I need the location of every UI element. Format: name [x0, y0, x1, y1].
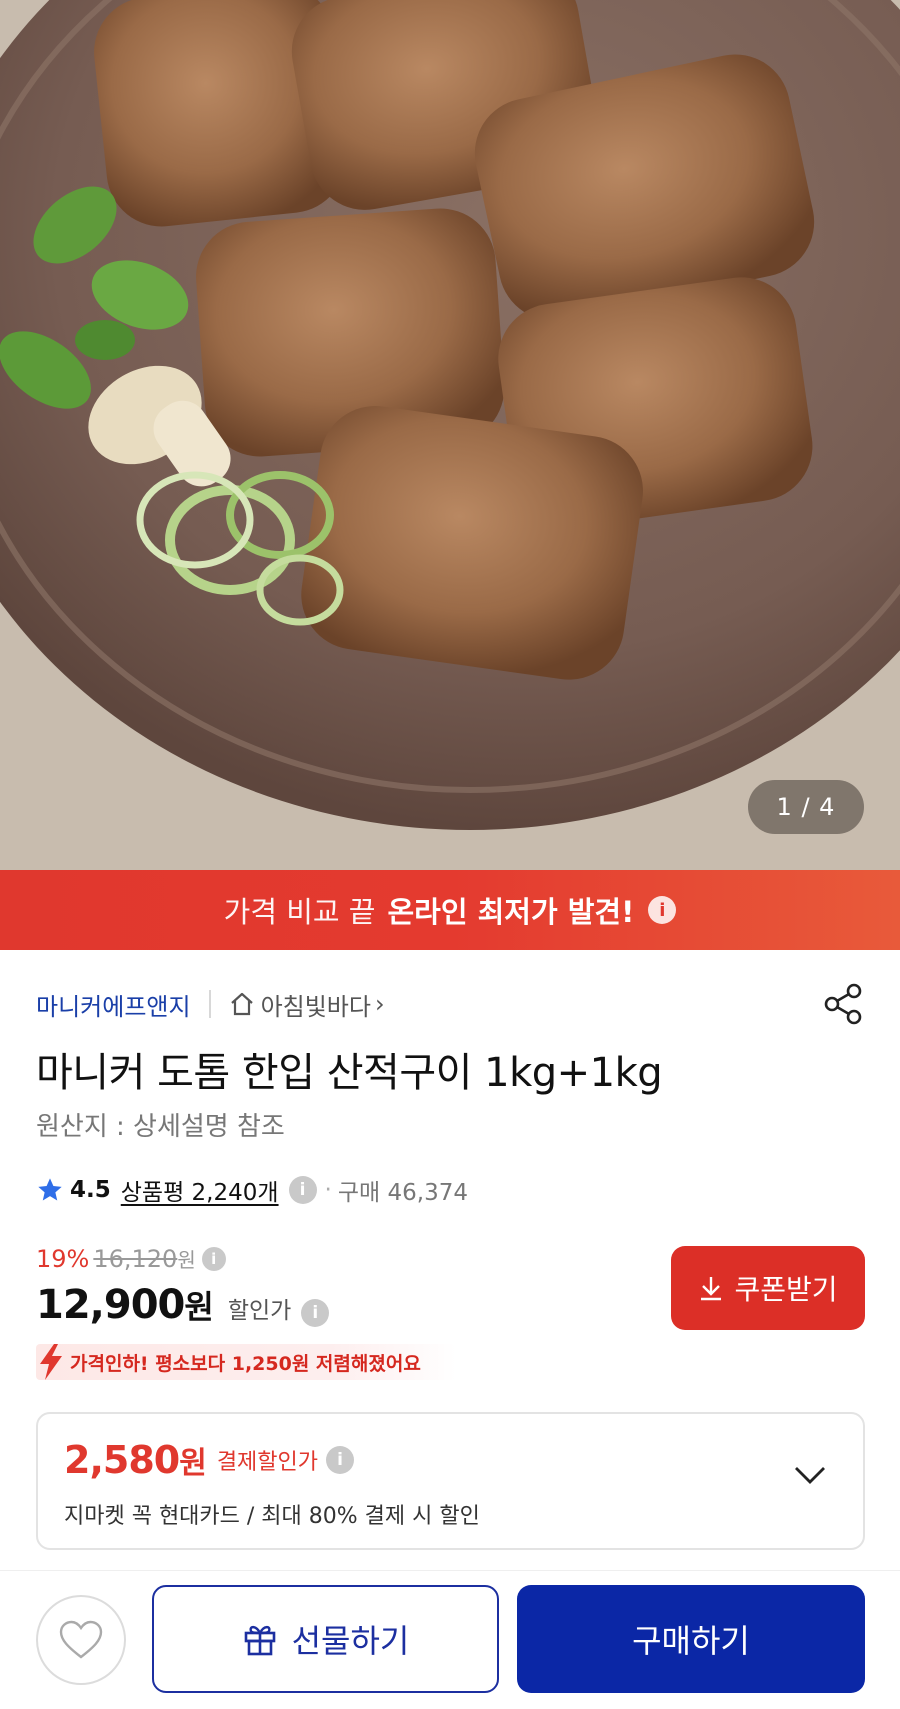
- product-origin: 원산지 : 상세설명 참조: [36, 1112, 285, 1142]
- purchase-count: 구매 46,374: [337, 1180, 468, 1206]
- bottom-action-bar: 선물하기 구매하기: [0, 1570, 900, 1709]
- coupon-download-button[interactable]: 쿠폰받기: [671, 1246, 865, 1330]
- share-icon: [824, 983, 862, 1025]
- gift-button[interactable]: 선물하기: [152, 1585, 499, 1693]
- card-discount-unit: 원: [179, 1446, 207, 1481]
- wishlist-button[interactable]: [36, 1595, 126, 1685]
- product-photo-illustration: [0, 0, 900, 870]
- banner-text: 가격 비교 끝: [223, 895, 376, 929]
- info-icon[interactable]: i: [201, 1246, 226, 1271]
- price-drop-notice: 가격인하! 평소보다 1,250원 저렴해졌어요: [36, 1344, 456, 1380]
- brand-link[interactable]: 마니커에프앤지: [36, 987, 191, 1022]
- card-discount-price-row: 2,580 원 결제할인가 i: [64, 1438, 355, 1482]
- banner-highlight-text: 온라인 최저가 발견!: [387, 895, 635, 929]
- lightning-icon: [40, 1344, 62, 1380]
- seller-row: 마니커에프앤지 아침빛바다 ›: [36, 982, 866, 1026]
- gift-label: 선물하기: [291, 1622, 410, 1660]
- download-icon: [701, 1277, 722, 1301]
- info-icon[interactable]: i: [648, 896, 677, 924]
- divider: [208, 990, 211, 1018]
- sale-price-unit: 원: [184, 1288, 214, 1326]
- info-icon[interactable]: i: [301, 1299, 330, 1327]
- chevron-down-icon[interactable]: [793, 1464, 827, 1486]
- separator-dot: ·: [324, 1177, 332, 1203]
- share-button[interactable]: [822, 982, 866, 1026]
- store-link[interactable]: 아침빛바다 ›: [229, 987, 385, 1022]
- info-icon[interactable]: i: [326, 1446, 355, 1474]
- store-name: 아침빛바다: [260, 992, 371, 1021]
- discount-percent: 19%: [36, 1244, 90, 1273]
- discount-row: 19% 16,120 원 i: [36, 1244, 226, 1273]
- card-discount-price: 2,580: [64, 1438, 180, 1482]
- heart-icon: [59, 1620, 103, 1659]
- buy-label: 구매하기: [632, 1622, 750, 1660]
- product-title: 마니커 도톰 한입 산적구이 1kg+1kg: [36, 1050, 663, 1096]
- sale-price: 12,900: [36, 1282, 185, 1328]
- lowest-price-banner[interactable]: 가격 비교 끝 온라인 최저가 발견! i: [0, 870, 900, 950]
- card-discount-label: 결제할인가: [216, 1450, 319, 1475]
- original-price-unit: 원: [177, 1248, 196, 1272]
- chevron-right-icon: ›: [374, 990, 385, 1018]
- price-drop-text: 가격인하! 평소보다 1,250원 저렴해졌어요: [70, 1352, 421, 1375]
- card-discount-description: 지마켓 꼭 현대카드 / 최대 80% 결제 시 할인: [64, 1504, 480, 1529]
- gift-icon: [244, 1625, 275, 1656]
- card-discount-box[interactable]: 2,580 원 결제할인가 i 지마켓 꼭 현대카드 / 최대 80% 결제 시…: [36, 1412, 865, 1550]
- price-row: 12,900 원 할인가 i: [36, 1282, 330, 1328]
- buy-button[interactable]: 구매하기: [517, 1585, 865, 1693]
- rating-row: 4.5 상품평 2,240개 i · 구매 46,374: [36, 1170, 468, 1210]
- sale-price-label: 할인가: [227, 1298, 292, 1324]
- coupon-label: 쿠폰받기: [734, 1273, 838, 1306]
- review-count-link[interactable]: 상품평 2,240개: [121, 1173, 279, 1207]
- rating-score: 4.5: [70, 1177, 111, 1203]
- image-counter: 1 / 4: [748, 780, 864, 834]
- info-icon[interactable]: i: [288, 1176, 317, 1204]
- star-icon: [38, 1178, 62, 1201]
- home-icon: [230, 992, 253, 1016]
- product-image[interactable]: 1 / 4: [0, 0, 900, 870]
- original-price: 16,120: [93, 1244, 178, 1273]
